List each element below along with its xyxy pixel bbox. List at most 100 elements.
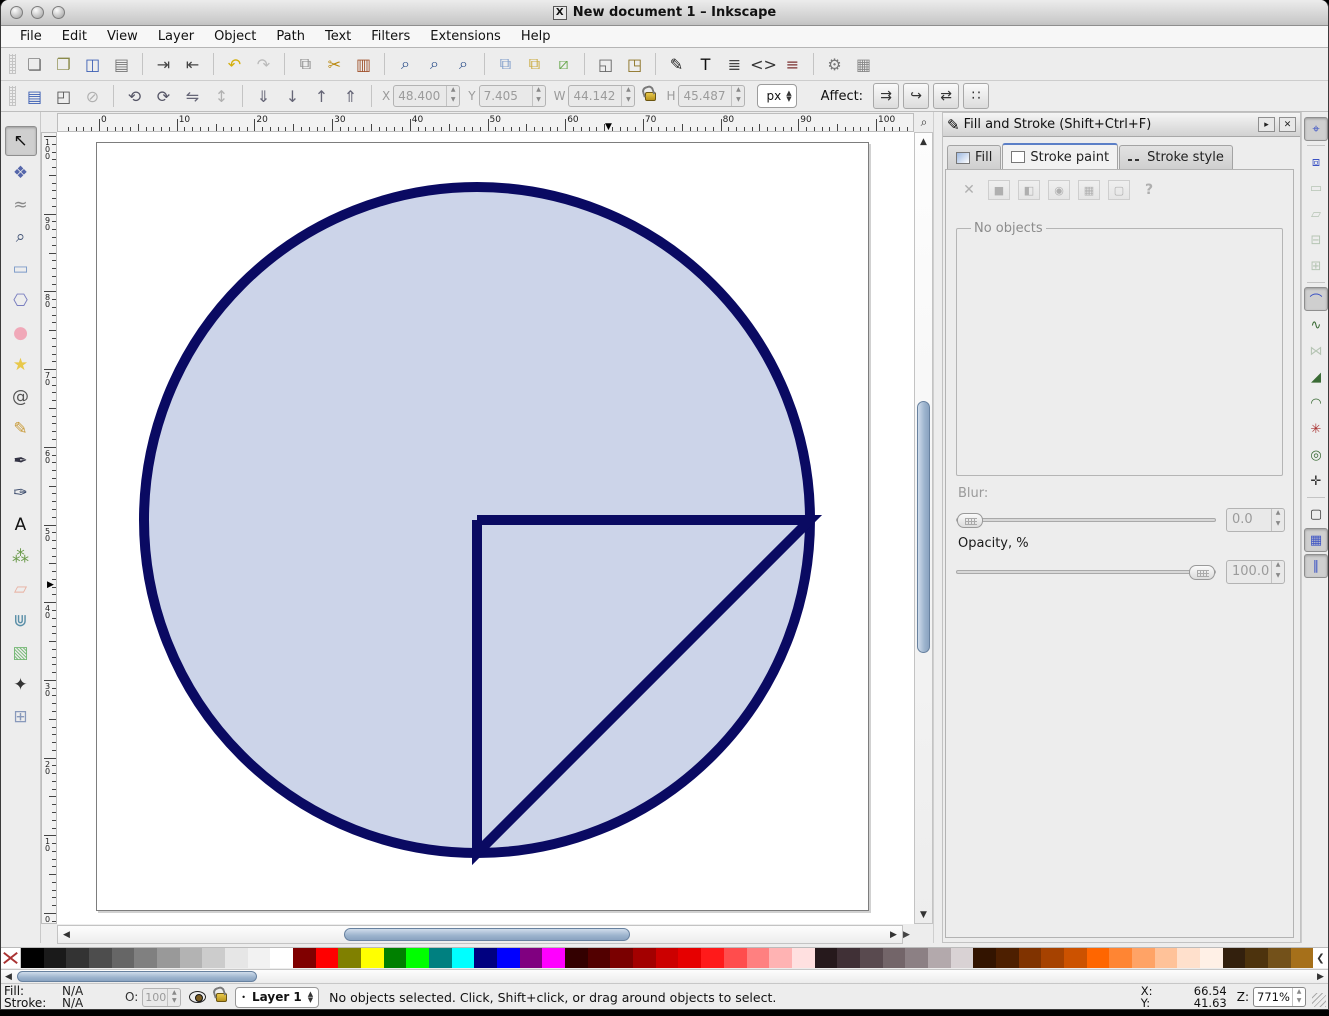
palette-swatch[interactable] [89,948,112,968]
zoom-page-button[interactable]: ⌕ [450,51,477,77]
canvas-viewport[interactable] [57,132,914,924]
horizontal-ruler[interactable]: ▼ 0102030405060708090100 [57,113,914,132]
lower-to-bottom-button[interactable]: ⇓ [250,83,277,109]
menu-item[interactable]: View [98,27,147,46]
palette-swatch[interactable] [361,948,384,968]
object-opacity-spinbox[interactable]: 100▲▼ [142,988,181,1007]
redo-button[interactable]: ↷ [250,51,277,77]
lower-button[interactable]: ↓ [279,83,306,109]
palette-swatch[interactable] [44,948,67,968]
palette-swatch[interactable] [883,948,906,968]
paint-radial-gradient-button[interactable]: ◉ [1048,180,1070,200]
palette-swatch[interactable] [769,948,792,968]
dock-resize-handle[interactable] [933,112,942,943]
snap-bbox-midpoints-button[interactable]: ⊟ [1304,228,1328,252]
opacity-slider[interactable] [956,570,1216,574]
snap-bbox-button[interactable]: ⧈ [1304,150,1328,174]
tool-rectangle[interactable]: ▭ [5,254,37,284]
menu-item[interactable]: Layer [149,27,203,46]
tab-stroke-style[interactable]: Stroke style [1119,145,1233,169]
palette-scroll-right[interactable]: ▶ [1313,970,1328,983]
select-all-button[interactable]: ▤ [21,83,48,109]
palette-swatch[interactable] [724,948,747,968]
vertical-scrollbar[interactable]: ▲ ▼ [914,132,933,924]
new-document-button[interactable]: ❏ [21,51,48,77]
snap-paths-button[interactable]: ∿ [1304,313,1328,337]
palette-swatch[interactable] [701,948,724,968]
opacity-slider-handle[interactable] [1189,565,1215,580]
palette-swatch[interactable] [973,948,996,968]
import-button[interactable]: ⇥ [150,51,177,77]
palette-swatch[interactable] [678,948,701,968]
opacity-spinbox[interactable]: 100.0▲▼ [1226,560,1285,584]
snap-page-border-button[interactable]: ▢ [1304,502,1328,526]
unlink-clone-button[interactable]: ⧄ [550,51,577,77]
snap-smooth-nodes-button[interactable]: ◠ [1304,391,1328,415]
palette-swatch[interactable] [1132,948,1155,968]
palette-swatch[interactable] [21,948,44,968]
snap-bbox-corners-button[interactable]: ▱ [1304,202,1328,226]
affect-scale-corners-button[interactable]: ↪ [903,83,929,109]
paint-flat-button[interactable]: ■ [988,180,1010,200]
snap-path-intersections-button[interactable]: ⋈ [1304,339,1328,363]
palette-swatch[interactable] [225,948,248,968]
palette-swatch[interactable] [270,948,293,968]
palette-swatch[interactable] [656,948,679,968]
menu-item[interactable]: Object [205,27,265,46]
tool-eraser[interactable]: ▱ [5,574,37,604]
palette-swatch[interactable] [837,948,860,968]
palette-swatch[interactable] [520,948,543,968]
menu-item[interactable]: Edit [53,27,96,46]
paste-button[interactable]: ▥ [350,51,377,77]
no-color-swatch[interactable] [1,948,21,968]
paint-none-button[interactable]: ✕ [958,180,980,200]
palette-swatch[interactable] [1109,948,1132,968]
tool-connector[interactable]: ⊞ [5,702,37,732]
palette-swatch[interactable] [1155,948,1178,968]
rotate-ccw-button[interactable]: ⟲ [121,83,148,109]
vertical-scroll-thumb[interactable] [917,401,930,653]
palette-swatch[interactable] [860,948,883,968]
scroll-down-arrow[interactable]: ▼ [916,907,931,922]
scroll-corner-arrow[interactable]: ▶ [903,925,914,944]
tool-selector[interactable]: ↖ [5,126,37,156]
affect-move-patterns-button[interactable]: ∷ [963,83,989,109]
snap-midpoints-button[interactable]: ✳ [1304,417,1328,441]
snap-nodes-button[interactable]: ⌒ [1304,287,1328,311]
horizontal-scroll-thumb[interactable] [344,928,630,941]
snap-bbox-edges-button[interactable]: ▭ [1304,176,1328,200]
deselect-button[interactable]: ⊘ [79,83,106,109]
menu-item[interactable]: Help [512,27,560,46]
palette-swatch[interactable] [384,948,407,968]
palette-swatch[interactable] [633,948,656,968]
tab-fill[interactable]: Fill [947,145,1001,169]
palette-swatch[interactable] [565,948,588,968]
window-resize-grip[interactable] [1312,993,1326,1007]
palette-swatch[interactable] [497,948,520,968]
toolbar-grip[interactable] [9,54,16,74]
duplicate-button[interactable]: ⧉ [492,51,519,77]
blur-slider[interactable] [956,518,1216,522]
preferences-button[interactable]: ⚙ [821,51,848,77]
menu-item[interactable]: Filters [362,27,419,46]
tool-calligraphy[interactable]: ✑ [5,478,37,508]
w-field[interactable]: 44.142▲▼ [568,85,635,107]
menu-item[interactable]: Path [267,27,314,46]
fill-stroke-dialog-button[interactable]: ✎ [663,51,690,77]
stroke-indicator-value[interactable]: N/A [62,997,83,1009]
toolbar-grip[interactable] [9,86,16,106]
tool-spray[interactable]: ⁂ [5,542,37,572]
layers-dialog-button[interactable]: ≣ [721,51,748,77]
palette-swatch[interactable] [406,948,429,968]
palette-swatch[interactable] [157,948,180,968]
y-field[interactable]: 7.405▲▼ [479,85,546,107]
zoom-window-button[interactable] [52,6,65,19]
palette-swatch[interactable] [1064,948,1087,968]
tool-spiral[interactable]: @ [5,382,37,412]
layer-dropdown[interactable]: • Layer 1 ▲▼ [235,987,319,1008]
dialog-popout-button[interactable]: ▸ [1258,117,1275,132]
palette-swatch[interactable] [112,948,135,968]
ungroup-button[interactable]: ◳ [621,51,648,77]
affect-scale-stroke-button[interactable]: ⇉ [873,83,899,109]
tool-node-editor[interactable]: ❖ [5,158,37,188]
